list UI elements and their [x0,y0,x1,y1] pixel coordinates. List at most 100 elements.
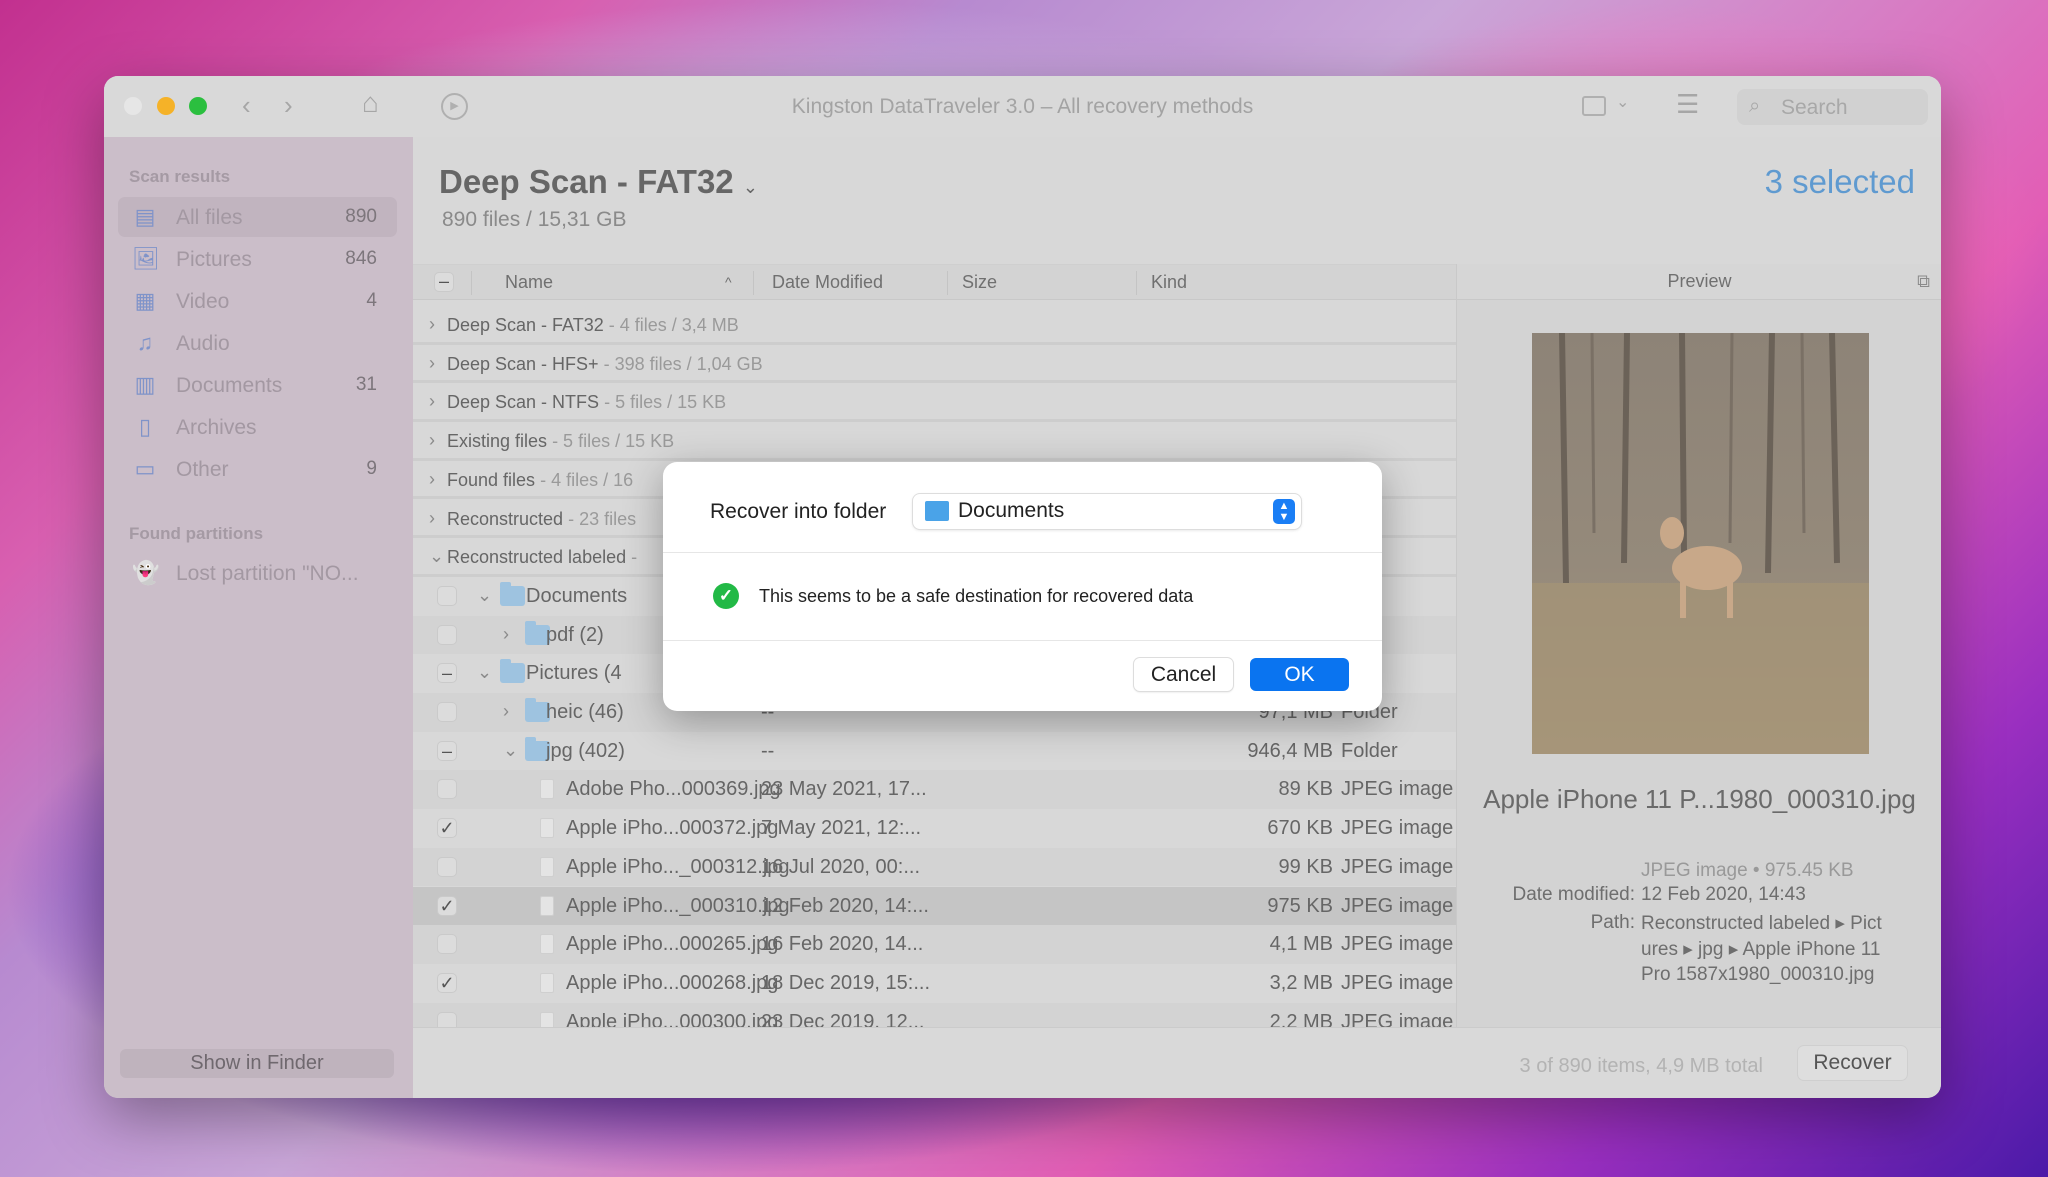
chevron-right-icon[interactable]: › [503,701,509,722]
divider [663,640,1382,641]
chevron-down-icon[interactable]: ⌄ [477,662,492,683]
row-checkbox[interactable] [437,1011,457,1027]
row-kind: JPEG image [1341,817,1454,840]
row-size: 670 KB [1267,817,1333,840]
date-modified-value: 12 Feb 2020, 14:43 [1641,884,1806,905]
chevron-right-icon[interactable]: › [429,314,435,335]
row-kind: JPEG image [1341,933,1454,956]
page-title[interactable]: Deep Scan - FAT32 ⌄ [439,163,758,201]
sidebar-section-scan-results: Scan results [129,167,231,186]
row-checkbox[interactable]: ✓ [437,972,457,993]
column-name[interactable]: Name [505,272,553,293]
video-icon: ▦ [134,288,156,313]
group-row[interactable]: › Deep Scan - FAT32 - 4 files / 3,4 MB [413,306,1535,345]
date-modified-label: Date modified: [1512,884,1635,905]
column-size[interactable]: Size [962,272,997,293]
row-checkbox[interactable] [437,779,457,800]
row-date: 16 Jul 2020, 00:... [761,855,921,878]
chevron-down-icon[interactable]: ⌄ [503,740,518,761]
show-in-finder-button[interactable]: Show in Finder [120,1049,394,1078]
row-checkbox[interactable] [437,934,457,955]
group-row[interactable]: › Existing files - 5 files / 15 KB [413,422,1535,461]
row-checkbox[interactable]: – [437,740,457,761]
group-row[interactable]: › Deep Scan - HFS+ - 398 files / 1,04 GB [413,344,1535,384]
row-checkbox[interactable] [437,702,457,722]
group-label: Deep Scan - HFS+ - 398 files / 1,04 GB [447,354,763,375]
table-row[interactable]: ✓ Apple iPho...000268.jpg 18 Dec 2019, 15:… [413,964,1535,1003]
view-mode-icon[interactable] [1582,96,1606,116]
group-name: Deep Scan - HFS+ [447,353,599,374]
table-row[interactable]: ✓ Apple iPho..._000310.jpg 12 Feb 2020, 14… [413,886,1535,926]
chevron-down-icon[interactable]: ⌄ [743,177,758,197]
sidebar-item-pictures[interactable]: 🖼 Pictures 846 [118,239,397,279]
table-row[interactable]: Apple iPho..._000312.jpg 16 Jul 2020, 00:… [413,847,1535,887]
row-checkbox[interactable] [437,624,457,645]
row-size: 89 KB [1278,778,1333,801]
chevron-down-icon[interactable]: ⌄ [429,546,444,567]
footer: 3 of 890 items, 4,9 MB total Recover [413,1027,1941,1098]
table-row[interactable]: – ⌄ jpg (402) -- 946,4 MB Folder [413,732,1535,771]
sidebar-item-other[interactable]: ▭ Other 9 [118,449,397,489]
row-kind: JPEG image [1341,971,1454,994]
row-checkbox[interactable] [437,856,457,877]
group-row[interactable]: › Deep Scan - NTFS - 5 files / 15 KB [413,383,1535,423]
row-kind: JPEG image [1341,778,1454,801]
table-row[interactable]: ✓ Apple iPho...000372.jpg 7 May 2021, 12:.… [413,809,1535,848]
table-row[interactable]: Adobe Pho...000369.jpg 23 May 2021, 17...… [413,770,1535,810]
sidebar-item-all-files[interactable]: ▤ All files 890 [118,197,397,237]
ok-button[interactable]: OK [1250,658,1349,691]
select-all-checkbox[interactable]: – [434,272,454,292]
checkmark-circle-icon: ✓ [713,583,739,609]
group-label: Reconstructed - 23 files [447,509,636,530]
chevron-right-icon[interactable]: › [429,469,435,490]
row-checkbox[interactable] [437,585,457,606]
chevron-right-icon[interactable]: › [429,353,435,374]
row-checkbox[interactable]: ✓ [437,818,457,839]
cancel-button[interactable]: Cancel [1134,658,1233,691]
sidebar-item-documents[interactable]: ▥ Documents 31 [118,365,397,405]
row-checkbox[interactable]: – [437,663,457,684]
chevron-down-icon[interactable]: ⌄ [477,585,492,606]
chevron-right-icon[interactable]: › [429,508,435,529]
destination-folder-select[interactable]: Documents ▲ ▼ [913,494,1301,529]
all-files-icon: ▤ [134,204,156,229]
window-title: Kingston DataTraveler 3.0 – All recovery… [791,95,1254,118]
row-size: 3,2 MB [1269,971,1333,994]
chevron-right-icon[interactable]: › [429,430,435,451]
recover-button[interactable]: Recover [1797,1045,1908,1081]
chevron-right-icon[interactable]: › [503,624,509,645]
row-date: 7 May 2021, 12:... [761,817,922,840]
table-row[interactable]: Apple iPho...000300.jpg 23 Dec 2019, 12..… [413,1002,1535,1027]
row-name: Documents [526,584,628,607]
group-label: Deep Scan - FAT32 - 4 files / 3,4 MB [447,315,739,336]
column-date-modified[interactable]: Date Modified [772,272,883,293]
chevron-down-icon[interactable]: ⌄ [1616,92,1629,112]
sidebar-item-lost-partition[interactable]: 👻 Lost partition "NO... [118,553,397,593]
search-field[interactable]: ⌕ Search [1737,89,1928,125]
path-value-line: ures ▸ jpg ▸ Apple iPhone 11 [1641,939,1881,960]
copy-icon[interactable]: ⧉ [1917,271,1930,292]
sidebar-item-audio[interactable]: ♫ Audio [118,323,397,363]
row-date: 18 Dec 2019, 15:... [761,971,931,994]
folder-icon [500,581,525,606]
sidebar-item-video[interactable]: ▦ Video 4 [118,281,397,321]
sidebar-item-count: 890 [345,206,377,227]
group-name: Existing files [447,431,548,452]
selected-count[interactable]: 3 selected [1765,163,1915,201]
other-icon: ▭ [134,456,156,481]
row-checkbox[interactable]: ✓ [437,895,457,916]
row-kind: Folder [1341,739,1398,762]
sort-ascending-icon[interactable]: ^ [725,274,732,290]
table-row[interactable]: Apple iPho...000265.jpg 16 Feb 2020, 14..… [413,925,1535,964]
filter-icon[interactable]: ☰ [1676,89,1699,120]
row-date: -- [761,739,775,762]
column-kind[interactable]: Kind [1151,272,1187,293]
row-date: 12 Feb 2020, 14:... [761,894,929,917]
sidebar-item-label: Video [176,290,230,313]
sidebar-item-archives[interactable]: ▯ Archives [118,407,397,447]
group-meta: - 398 files / 1,04 GB [603,353,763,374]
folder-icon [500,659,525,684]
sidebar-item-label: Other [176,458,229,481]
path-label: Path: [1590,912,1635,933]
chevron-right-icon[interactable]: › [429,391,435,412]
